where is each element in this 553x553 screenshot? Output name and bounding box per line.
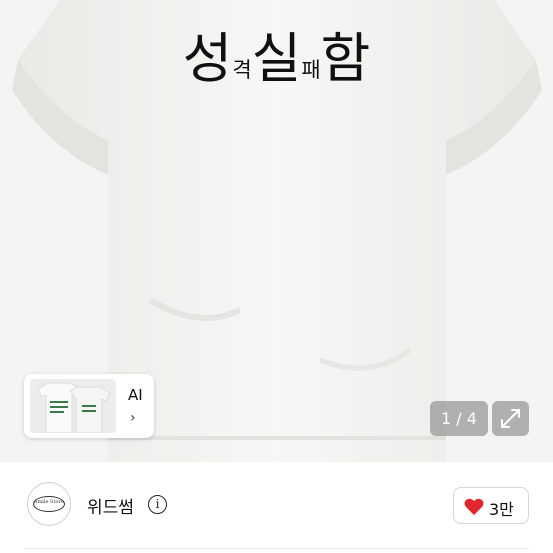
print-char: 함 bbox=[320, 27, 371, 90]
print-char: 성 bbox=[182, 27, 233, 90]
chevron-right-icon: › bbox=[130, 410, 136, 426]
info-icon[interactable]: i bbox=[148, 495, 167, 514]
print-char-small: 패 bbox=[301, 58, 321, 82]
print-char: 실 bbox=[251, 27, 302, 90]
like-count: 3만 bbox=[489, 500, 514, 519]
product-image[interactable]: 성격실패함 AI › 1 / 4 bbox=[0, 0, 553, 462]
seller-avatar[interactable]: Smile Store bbox=[27, 482, 71, 526]
seller-name[interactable]: 위드썸 bbox=[87, 493, 134, 518]
ai-thumbnail-image bbox=[30, 379, 116, 433]
print-char-small: 격 bbox=[232, 58, 252, 82]
divider bbox=[24, 548, 529, 549]
shirt-print-text: 성격실패함 bbox=[0, 32, 553, 86]
expand-button[interactable] bbox=[492, 401, 529, 436]
image-counter: 1 / 4 bbox=[430, 401, 488, 436]
expand-icon bbox=[501, 409, 520, 428]
ai-thumbnail-card[interactable]: AI › bbox=[24, 374, 154, 438]
avatar-logo-text: Smile Store bbox=[34, 499, 64, 505]
heart-icon bbox=[464, 498, 484, 515]
like-button[interactable]: 3만 bbox=[453, 487, 529, 524]
ai-label: AI bbox=[128, 386, 143, 404]
